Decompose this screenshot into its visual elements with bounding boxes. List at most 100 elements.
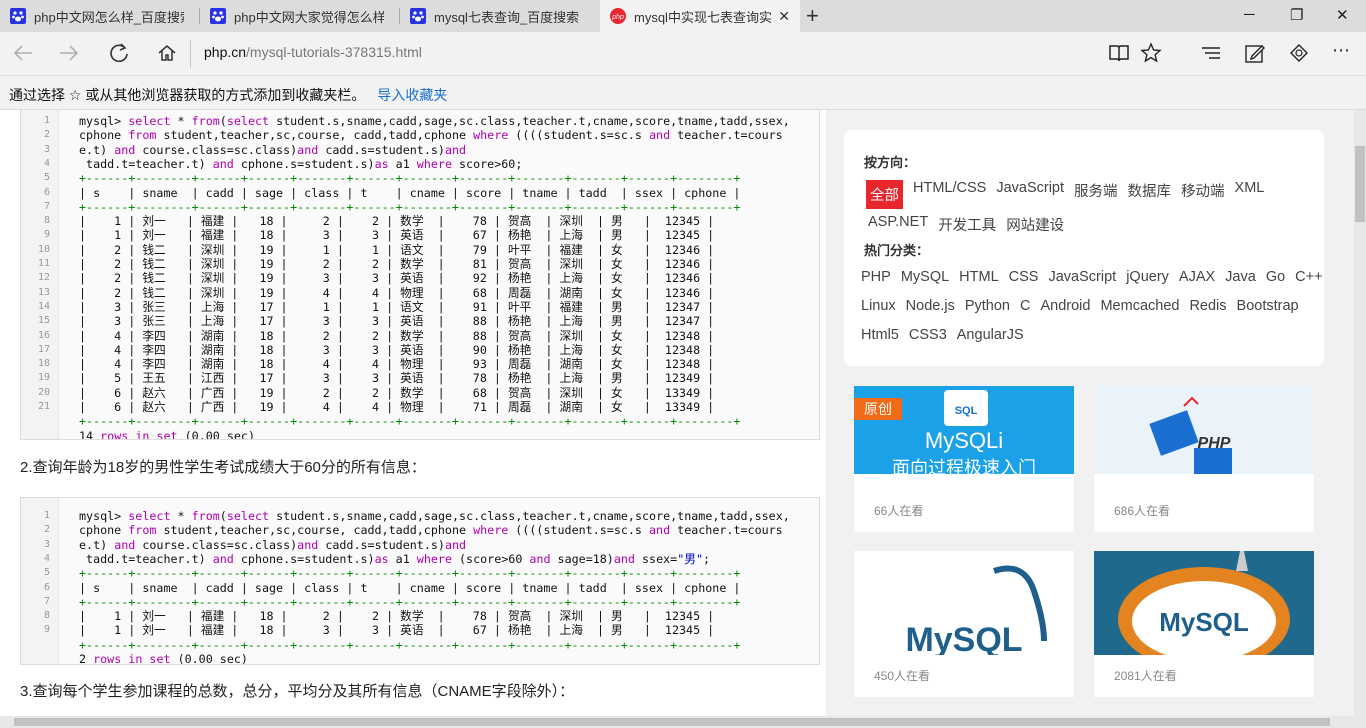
tab-mysql-search[interactable]: mysql七表查询_百度搜索 [400, 0, 600, 32]
code-text: | 3 | 张三 | 上海 | 17 | 1 | 1 | 语文 | 91 | 叶… [79, 299, 715, 314]
vertical-scroll-thumb[interactable] [1355, 146, 1365, 222]
code-line: +------+--------+------+------+-------+-… [79, 566, 740, 580]
reading-view-icon[interactable] [1108, 42, 1130, 69]
refresh-icon[interactable] [108, 42, 130, 69]
line-number: 4 [43, 157, 50, 169]
sql-icon: SQL [944, 390, 988, 426]
category-link[interactable]: Java [1225, 269, 1256, 285]
category-link[interactable]: C [1020, 298, 1030, 314]
section-heading-3: 3.查询每个学生参加课程的总数，总分，平均分及其所有信息（CNAME字段除外）： [20, 683, 575, 700]
code-text: course.class=sc.class) [135, 142, 298, 157]
sql-keyword: from [191, 114, 220, 128]
category-link[interactable]: 开发工具 [938, 214, 996, 235]
minimize-icon[interactable]: ─ [1244, 6, 1255, 23]
sql-keyword: rows [100, 428, 129, 440]
code-line: cphone from student,teacher,sc,course, c… [79, 128, 783, 142]
category-link[interactable]: 网站建设 [1006, 214, 1064, 235]
code-line: | 2 | 钱二 | 深圳 | 19 | 4 | 4 | 物理 | 68 | 周… [79, 286, 714, 300]
line-number: 7 [43, 595, 50, 607]
code-line: | 6 | 赵六 | 广西 | 19 | 2 | 2 | 数学 | 68 | 贺… [79, 386, 714, 400]
code-text: ((((student.s=sc.s [508, 523, 649, 538]
more-icon[interactable]: ⋯ [1332, 40, 1350, 61]
home-icon[interactable] [156, 42, 178, 69]
sql-keyword: from [191, 509, 220, 523]
line-number: 3 [43, 143, 50, 155]
category-link[interactable]: 服务端 [1074, 180, 1118, 209]
category-link[interactable]: HTML/CSS [913, 180, 986, 209]
mysql-badge-logo: MySQL [1118, 551, 1290, 655]
course-card-mysql-2[interactable]: MySQL 2081人在看 [1094, 551, 1314, 697]
category-link[interactable]: Android [1040, 298, 1090, 314]
course-card-mysqli[interactable]: 原创 SQL MySQLi 面向过程极速入门 66人在看 [854, 386, 1074, 532]
tab-php-search[interactable]: php中文网怎么样_百度搜索 [0, 0, 200, 32]
code-text: | 6 | 赵六 | 广西 | 19 | 4 | 4 | 物理 | 71 | 周… [79, 400, 715, 414]
category-link[interactable]: AngularJS [957, 327, 1024, 343]
sql-keyword: where [416, 156, 452, 171]
share-icon[interactable] [1288, 42, 1310, 69]
category-link[interactable]: Linux [861, 298, 896, 314]
back-icon[interactable] [12, 42, 34, 69]
code-text: | 1 | 刘一 | 福建 | 18 | 3 | 3 | 英语 | 67 | 杨… [79, 623, 715, 638]
code-text: | s | sname | cadd | sage | class | t | … [79, 580, 741, 595]
category-link[interactable]: MySQL [901, 269, 949, 285]
category-link[interactable]: Memcached [1100, 298, 1179, 314]
category-link[interactable]: jQuery [1126, 269, 1169, 285]
table-border: +------+--------+------+------+-------+-… [79, 199, 741, 214]
category-link[interactable]: 数据库 [1128, 180, 1172, 209]
category-link[interactable]: Python [965, 298, 1010, 314]
code-text: | s | sname | cadd | sage | class | t | … [79, 185, 741, 200]
course-card-mysql-1[interactable]: MySQL 450人在看 [854, 551, 1074, 697]
course-card-php[interactable]: PHP 686人在看 [1094, 386, 1314, 532]
window-close-icon[interactable]: ✕ [1336, 6, 1349, 24]
web-note-icon[interactable] [1244, 42, 1266, 69]
category-link[interactable]: ASP.NET [868, 214, 928, 235]
code-line: | 1 | 刘一 | 福建 | 18 | 3 | 3 | 英语 | 67 | 杨… [79, 228, 714, 242]
forward-icon[interactable] [58, 42, 80, 69]
import-favorites-link[interactable]: 导入收藏夹 [377, 87, 447, 103]
category-link[interactable]: Go [1266, 269, 1285, 285]
line-number: 20 [37, 386, 50, 398]
code-line: | 4 | 李四 | 湖南 | 18 | 3 | 3 | 英语 | 90 | 杨… [79, 343, 714, 357]
code-text: cphone [79, 128, 129, 143]
category-link[interactable]: JavaScript [996, 180, 1064, 209]
tab-php-opinion[interactable]: php中文网大家觉得怎么样 [200, 0, 400, 32]
category-link[interactable]: 移动端 [1181, 180, 1225, 209]
code-text: teacher.t=cours [670, 523, 783, 538]
horizontal-scroll-thumb[interactable] [14, 718, 1330, 726]
category-link[interactable]: Node.js [906, 298, 955, 314]
code-line: | 3 | 张三 | 上海 | 17 | 1 | 1 | 语文 | 91 | 叶… [79, 300, 714, 314]
code-text: cphone [79, 523, 129, 538]
category-link[interactable]: HTML [959, 269, 998, 285]
category-link[interactable]: Bootstrap [1237, 298, 1299, 314]
sql-keyword: select [226, 509, 270, 523]
sql-keyword: rows [93, 652, 122, 665]
hub-icon[interactable] [1200, 42, 1222, 69]
favorite-star-icon[interactable] [1140, 42, 1162, 69]
view-count: 66人在看 [874, 504, 924, 518]
category-link[interactable]: PHP [861, 269, 891, 285]
code-text: | 2 | 钱二 | 深圳 | 19 | 3 | 3 | 英语 | 92 | 杨… [79, 271, 715, 286]
line-number: 2 [43, 524, 50, 536]
category-link[interactable]: Html5 [861, 327, 899, 343]
code-text: | 2 | 钱二 | 深圳 | 19 | 2 | 2 | 数学 | 81 | 贺… [79, 257, 715, 271]
category-link[interactable]: AJAX [1179, 269, 1215, 285]
sql-keyword: where [473, 523, 509, 538]
close-tab-icon[interactable]: ✕ [778, 8, 790, 25]
line-number: 18 [37, 358, 50, 370]
sql-keyword: and [297, 142, 319, 157]
new-tab-icon[interactable]: + [806, 3, 819, 29]
category-link[interactable]: C++ [1295, 269, 1322, 285]
sql-keyword: as [374, 551, 389, 566]
sql-keyword: where [473, 128, 509, 143]
category-link[interactable]: CSS [1009, 269, 1039, 285]
code-line: | 1 | 刘一 | 福建 | 18 | 2 | 2 | 数学 | 78 | 贺… [79, 609, 714, 623]
category-link[interactable]: Redis [1189, 298, 1226, 314]
category-link[interactable]: CSS3 [909, 327, 947, 343]
restore-icon[interactable]: ❐ [1290, 6, 1303, 24]
code-text: | 2 | 钱二 | 深圳 | 19 | 1 | 1 | 语文 | 79 | 叶… [79, 242, 715, 257]
category-link[interactable]: XML [1235, 180, 1265, 209]
address-bar[interactable]: php.cn/mysql-tutorials-378315.html [204, 44, 422, 60]
category-link[interactable]: JavaScript [1048, 269, 1116, 285]
category-link[interactable]: 全部 [866, 180, 903, 209]
tab-mysql-article[interactable]: php mysql中实现七表查询实 ✕ [600, 0, 800, 32]
